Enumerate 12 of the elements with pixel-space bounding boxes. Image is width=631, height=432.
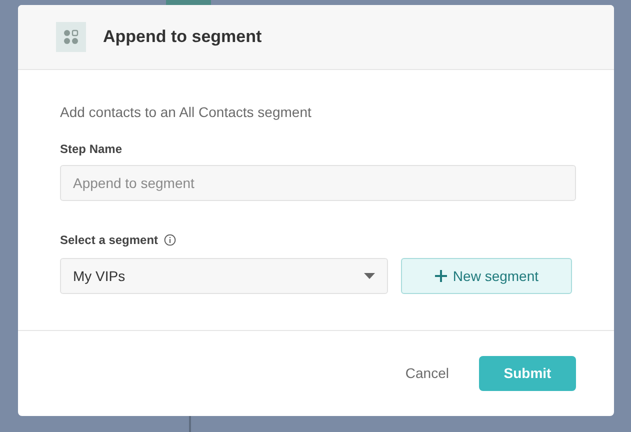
- dialog-description: Add contacts to an All Contacts segment: [60, 103, 312, 122]
- step-name-field[interactable]: Append to segment: [60, 165, 576, 201]
- field-label: Select a segment: [60, 232, 158, 249]
- segment-icon: [56, 22, 86, 52]
- caret-icon: [364, 273, 376, 279]
- field-label: Step Name: [60, 141, 124, 158]
- plus-icon: [434, 270, 447, 282]
- info-icon[interactable]: [164, 234, 176, 246]
- new-segment-button[interactable]: New segment: [401, 258, 572, 294]
- cancel-button[interactable]: Cancel: [393, 356, 461, 391]
- segment-select[interactable]: My VIPs: [60, 258, 388, 294]
- dialog-title: Append to segment: [103, 26, 262, 48]
